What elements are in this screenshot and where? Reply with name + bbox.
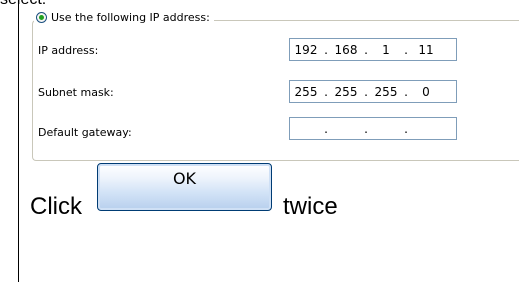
instruction-twice: twice [283, 193, 338, 220]
option-label: Use the following IP address: [51, 11, 210, 24]
octet: 1 [382, 42, 390, 57]
octet: 255 [334, 84, 358, 99]
ip-address-label: IP address: [38, 44, 99, 57]
instruction-click: Click [30, 193, 82, 220]
octet: 255 [294, 84, 318, 99]
ok-button[interactable]: OK [97, 163, 272, 211]
divider [18, 0, 19, 282]
default-gateway-label: Default gateway: [38, 126, 132, 139]
default-gateway-field[interactable]: . . . [289, 117, 457, 140]
radio-selected-icon[interactable] [36, 12, 47, 23]
use-following-ip-option[interactable]: Use the following IP address: [34, 11, 214, 24]
octet: 168 [334, 42, 358, 57]
subnet-mask-label: Subnet mask: [38, 86, 114, 99]
heading-fragment: select: [0, 0, 80, 9]
octet: 255 [374, 84, 398, 99]
octet: 11 [418, 42, 434, 57]
ip-address-field[interactable]: 192. 168. 1. 11 [289, 38, 457, 61]
subnet-mask-field[interactable]: 255. 255. 255. 0 [289, 80, 457, 103]
octet: 0 [422, 84, 430, 99]
octet: 192 [294, 42, 318, 57]
